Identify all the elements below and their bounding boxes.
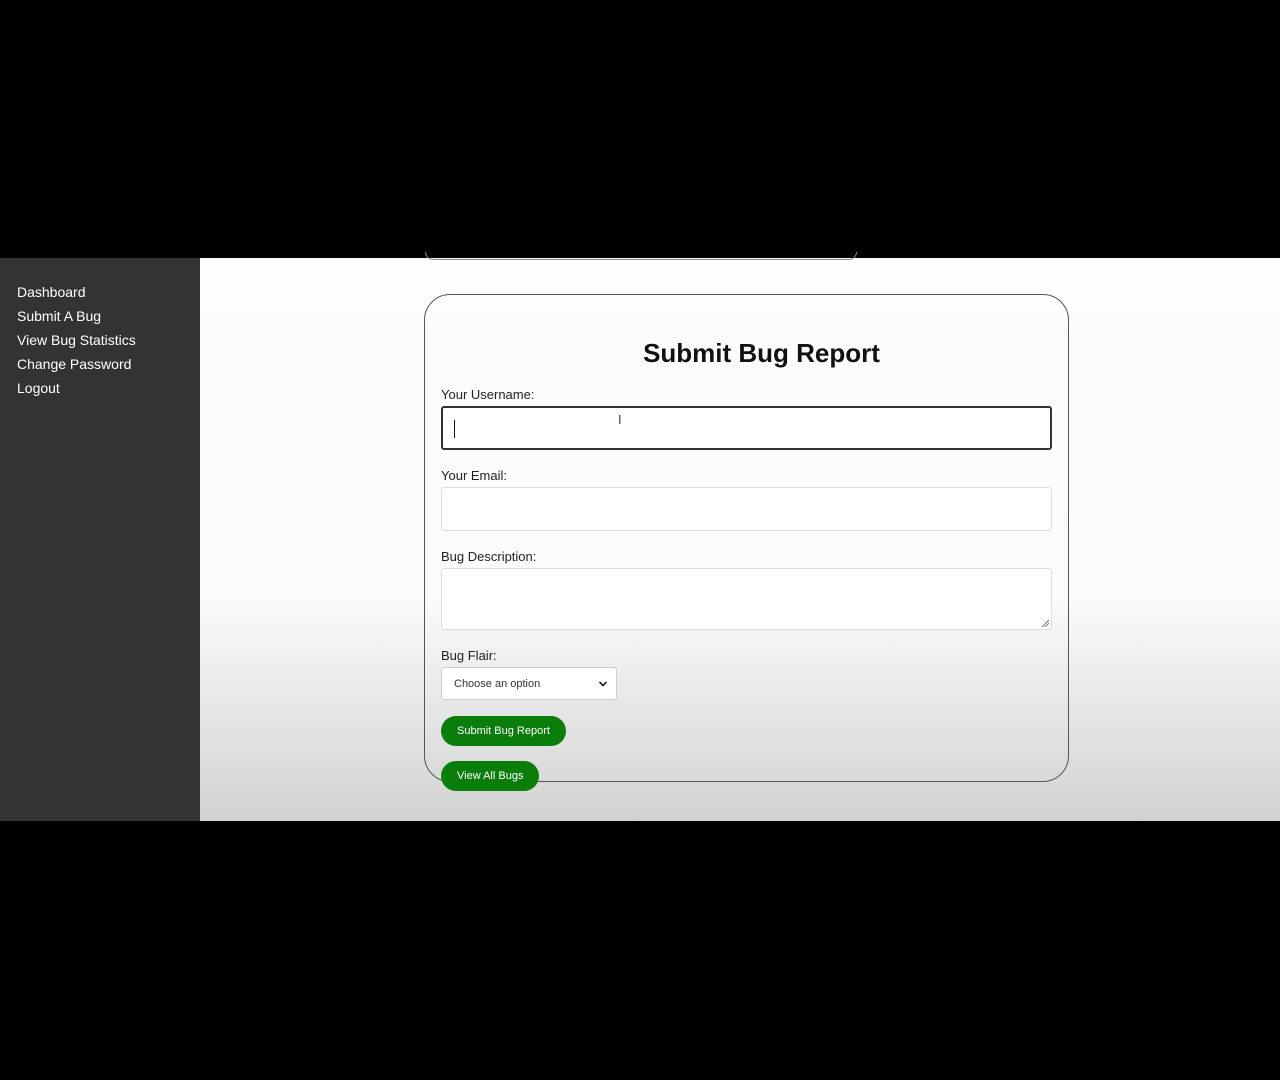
sidebar-item-dashboard[interactable]: Dashboard xyxy=(0,280,200,304)
username-input[interactable]: I xyxy=(441,406,1052,450)
letterbox-top xyxy=(0,0,1280,258)
description-label: Bug Description: xyxy=(441,549,537,564)
text-caret xyxy=(454,420,455,438)
email-label: Your Email: xyxy=(441,468,507,483)
sidebar-item-submit-bug[interactable]: Submit A Bug xyxy=(0,304,200,328)
main-content: Submit Bug Report Your Username: I Your … xyxy=(200,252,1280,821)
submit-bug-report-button[interactable]: Submit Bug Report xyxy=(441,716,566,746)
flair-select[interactable]: Choose an option xyxy=(441,667,617,700)
letterbox-bottom xyxy=(0,821,1280,1080)
bug-report-form: Submit Bug Report Your Username: I Your … xyxy=(424,294,1069,791)
form-title: Submit Bug Report xyxy=(643,338,880,368)
flair-label: Bug Flair: xyxy=(441,648,497,663)
description-textarea[interactable] xyxy=(441,568,1052,630)
resize-handle-icon[interactable] xyxy=(1041,619,1049,627)
email-input[interactable] xyxy=(441,487,1052,531)
username-label: Your Username: xyxy=(441,387,535,402)
chevron-down-icon xyxy=(598,680,608,687)
sidebar-item-change-password[interactable]: Change Password xyxy=(0,352,200,376)
previous-card-edge xyxy=(425,252,857,260)
view-all-bugs-button[interactable]: View All Bugs xyxy=(441,761,540,791)
app-window: Dashboard Submit A Bug View Bug Statisti… xyxy=(0,252,1280,821)
sidebar-item-logout[interactable]: Logout xyxy=(0,376,200,400)
sidebar: Dashboard Submit A Bug View Bug Statisti… xyxy=(0,258,200,821)
sidebar-item-bug-statistics[interactable]: View Bug Statistics xyxy=(0,328,200,352)
ibeam-cursor-icon: I xyxy=(618,412,622,427)
flair-select-value: Choose an option xyxy=(454,677,541,690)
